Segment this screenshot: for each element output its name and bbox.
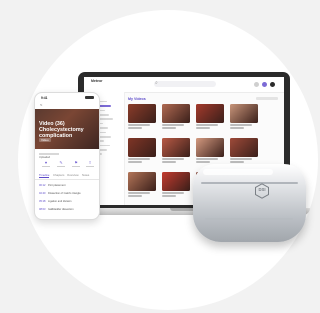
comment-icon[interactable]: ✎ bbox=[56, 161, 66, 168]
video-tile[interactable] bbox=[162, 104, 190, 129]
tile-text-line bbox=[162, 195, 176, 197]
video-tile[interactable] bbox=[128, 172, 156, 197]
video-tile[interactable] bbox=[230, 138, 258, 163]
like-icon[interactable]: ♥ bbox=[41, 161, 51, 168]
tab-chapters[interactable]: Chapters bbox=[53, 173, 64, 177]
tile-text-line bbox=[230, 127, 244, 129]
video-tile[interactable] bbox=[128, 104, 156, 129]
back-icon[interactable]: < bbox=[40, 102, 42, 107]
video-tile[interactable] bbox=[230, 104, 258, 129]
video-thumbnail bbox=[128, 172, 156, 191]
tile-text-line bbox=[128, 127, 142, 129]
video-thumbnail bbox=[128, 104, 156, 123]
video-thumbnail bbox=[162, 172, 190, 191]
device-highlight bbox=[203, 169, 273, 175]
tile-text-line bbox=[128, 192, 150, 194]
bookmark-icon[interactable]: ⚑ bbox=[71, 161, 81, 168]
device-logo-icon: DSI bbox=[254, 183, 270, 199]
video-thumbnail bbox=[196, 138, 224, 157]
video-tile[interactable] bbox=[162, 172, 190, 197]
tile-text-line bbox=[128, 161, 142, 163]
list-item[interactable]: 08:03 Gallbladder dissection bbox=[39, 207, 95, 214]
video-tile[interactable] bbox=[128, 138, 156, 163]
device-logo-text: DSI bbox=[258, 187, 266, 192]
video-thumbnail bbox=[128, 138, 156, 157]
tile-text-line bbox=[230, 158, 252, 160]
video-tile[interactable] bbox=[162, 138, 190, 163]
tab-bar: Timeline Chapters Overview Notes bbox=[35, 173, 99, 180]
action-icons: ♥ ✎ ⚑ ⇪ bbox=[41, 161, 95, 170]
share-icon[interactable]: ⇪ bbox=[85, 161, 95, 168]
video-tile[interactable] bbox=[196, 104, 224, 129]
tile-text-line bbox=[196, 158, 218, 160]
phone: 9:41 < Video (36) Cholecystectomy compli… bbox=[34, 92, 100, 220]
video-thumbnail bbox=[162, 138, 190, 157]
tab-timeline[interactable]: Timeline bbox=[39, 173, 50, 178]
status-time: 9:41 bbox=[41, 96, 48, 100]
video-thumbnail bbox=[162, 104, 190, 123]
video-tile[interactable] bbox=[196, 138, 224, 163]
video-badge: Video bbox=[39, 138, 51, 142]
tile-text-line bbox=[196, 124, 218, 126]
row-time: 08:03 bbox=[39, 208, 46, 211]
tile-text-line bbox=[196, 161, 210, 163]
tile-text-line bbox=[162, 158, 184, 160]
row-time: 00:12 bbox=[39, 184, 46, 187]
video-thumbnail bbox=[230, 138, 258, 157]
meta-line bbox=[39, 153, 59, 155]
list-item[interactable]: 00:12 Port placement bbox=[39, 183, 95, 190]
tab-notes[interactable]: Notes bbox=[82, 173, 89, 177]
tile-text-line bbox=[128, 158, 150, 160]
tile-text-line bbox=[128, 195, 142, 197]
row-time: 02:40 bbox=[39, 192, 46, 195]
sort-control[interactable] bbox=[256, 97, 278, 100]
search-input[interactable]: ⌕ bbox=[154, 80, 216, 87]
tile-text-line bbox=[162, 127, 176, 129]
row-text: Ligation and division bbox=[48, 200, 72, 203]
list-item[interactable]: 02:40 Dissection of Calot's triangle bbox=[39, 191, 95, 198]
video-thumbnail bbox=[196, 104, 224, 123]
video-thumbnail bbox=[230, 104, 258, 123]
brand-logo: Meteor bbox=[91, 79, 103, 83]
tile-text-line bbox=[162, 192, 184, 194]
tile-text-line bbox=[162, 124, 184, 126]
top-bar: Meteor ⌕ bbox=[84, 77, 284, 93]
battery-icon bbox=[85, 96, 94, 99]
device-ridge-lower bbox=[205, 218, 293, 220]
tile-text-line bbox=[162, 161, 176, 163]
search-icon: ⌕ bbox=[155, 80, 158, 86]
tile-text-line bbox=[128, 124, 150, 126]
meta-label: Uploaded bbox=[39, 156, 51, 159]
video-player[interactable]: Video (36) Cholecystectomy complication … bbox=[35, 109, 99, 149]
menu-icon[interactable] bbox=[270, 81, 275, 87]
avatar[interactable] bbox=[262, 81, 267, 87]
list-item[interactable]: 05:18 Ligation and division bbox=[39, 199, 95, 206]
bell-icon[interactable] bbox=[254, 81, 259, 87]
section-title: My Videos bbox=[128, 97, 146, 101]
tile-text-line bbox=[196, 127, 210, 129]
capture-device: DSI bbox=[193, 164, 306, 242]
row-text: Gallbladder dissection bbox=[48, 208, 74, 211]
device-ridge bbox=[201, 182, 298, 184]
video-title: Video (36) Cholecystectomy complication bbox=[39, 121, 84, 139]
row-text: Port placement bbox=[48, 184, 66, 187]
tab-overview[interactable]: Overview bbox=[67, 173, 79, 177]
row-text: Dissection of Calot's triangle bbox=[48, 192, 81, 195]
row-time: 05:18 bbox=[39, 200, 46, 203]
tile-text-line bbox=[230, 161, 244, 163]
tile-text-line bbox=[230, 124, 252, 126]
